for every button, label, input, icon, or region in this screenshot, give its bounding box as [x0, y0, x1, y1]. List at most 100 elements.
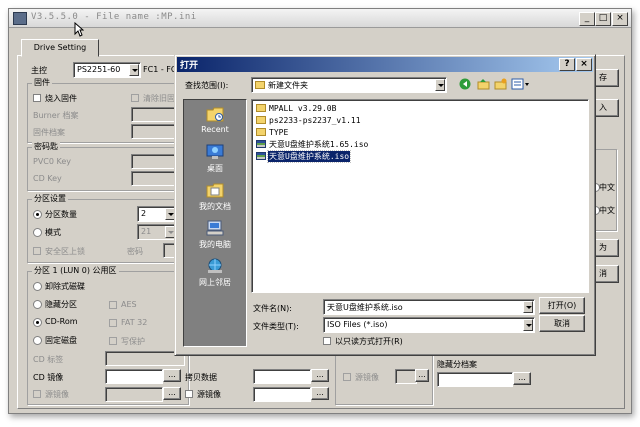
controller-label: 主控: [31, 66, 47, 75]
filetype-value: ISO Files (*.iso): [327, 320, 388, 329]
new-folder-icon[interactable]: [494, 78, 507, 90]
clear-old-label: 清除旧固: [143, 94, 175, 103]
source-image-field[interactable]: [105, 387, 163, 402]
copy-data-field[interactable]: [253, 369, 311, 384]
filename-label: 文件名(N):: [253, 304, 292, 313]
help-button[interactable]: ?: [559, 58, 575, 71]
write-protect-label: 写保护: [121, 337, 145, 346]
places-bar: Recent 桌面 我的文档 我的电脑 网上邻居: [183, 99, 247, 347]
chevron-down-icon: [523, 301, 533, 313]
copy-data-browse-button[interactable]: ...: [311, 369, 329, 382]
iso-file-icon: [256, 152, 266, 160]
chevron-down-icon: [435, 79, 445, 91]
back-icon[interactable]: [459, 78, 472, 90]
place-desktop[interactable]: 桌面: [184, 142, 246, 178]
hidden-partition-file-label: 隐藏分档案: [437, 360, 477, 369]
pvc0-key-label: PVC0 Key: [33, 157, 72, 166]
burn-firmware-checkbox[interactable]: [33, 94, 41, 102]
source-image2-label: 源镜像: [197, 390, 221, 399]
filetype-label: 文件类型(T):: [253, 322, 299, 331]
source-image3-field[interactable]: [395, 369, 417, 384]
aes-label: AES: [121, 300, 137, 309]
place-network[interactable]: 网上邻居: [184, 256, 246, 292]
mode-label: 模式: [45, 228, 61, 237]
main-title-bar[interactable]: V3.5.5.0 - File name :MP.ini _ □ ×: [9, 9, 631, 28]
desktop-icon: [206, 144, 224, 160]
partition-count-value: 2: [141, 209, 147, 218]
place-label: 我的文档: [199, 202, 231, 211]
partition-count-radio[interactable]: [33, 210, 42, 219]
tab-drive-setting[interactable]: Drive Setting: [21, 39, 99, 57]
controller-value: PS2251-60: [77, 65, 121, 74]
source-image3-checkbox[interactable]: [343, 373, 351, 381]
cdrom-radio[interactable]: [33, 318, 42, 327]
hidden-partition-file-field[interactable]: [437, 372, 513, 387]
partition-group-caption: 分区设置: [32, 193, 68, 204]
cdrom-label: CD-Rom: [45, 317, 78, 326]
readonly-label: 以只读方式打开(R): [335, 337, 403, 346]
file-name: TYPE: [269, 128, 289, 137]
main-window-title: V3.5.5.0 - File name :MP.ini: [31, 12, 197, 22]
dialog-title-bar[interactable]: 打开 ? ×: [177, 57, 593, 72]
maximize-button[interactable]: □: [595, 12, 611, 26]
readonly-checkbox[interactable]: [323, 337, 331, 345]
controller-select[interactable]: PS2251-60: [73, 62, 141, 78]
up-folder-icon[interactable]: [477, 78, 490, 90]
place-my-computer[interactable]: 我的电脑: [184, 218, 246, 254]
dialog-title: 打开: [180, 61, 199, 71]
lookin-select[interactable]: 新建文件夹: [251, 77, 447, 93]
file-name: 天意U盘维护系统.iso: [266, 150, 352, 163]
fc1-label: FC1 - FC: [143, 65, 177, 74]
chevron-down-icon: [129, 64, 139, 76]
burner-file-label: Burner 档案: [33, 111, 79, 120]
source-image2-field[interactable]: [253, 387, 311, 402]
iso-file-icon: [256, 140, 266, 148]
my-documents-icon: [206, 182, 224, 198]
hidden-partition-radio[interactable]: [33, 300, 42, 309]
write-protect-checkbox[interactable]: [109, 337, 117, 345]
removable-disk-radio[interactable]: [33, 282, 42, 291]
file-name: 天意U盘维护系统1.65.iso: [269, 140, 369, 149]
source-image-label: 源镜像: [45, 390, 69, 399]
file-name: MPALL v3.29.0B: [269, 104, 337, 113]
file-name: ps2233-ps2237_v1.11: [269, 116, 361, 125]
hidden-partition-file-browse-button[interactable]: ...: [513, 372, 531, 385]
cd-label-field[interactable]: [105, 351, 185, 366]
fat32-checkbox[interactable]: [109, 319, 117, 327]
place-label: 网上邻居: [199, 278, 231, 287]
source-image2-checkbox[interactable]: [185, 390, 193, 398]
place-recent[interactable]: Recent: [184, 104, 246, 140]
source-image2-browse-button[interactable]: ...: [311, 387, 329, 400]
language-label-1: 中文: [599, 183, 615, 192]
dialog-close-button[interactable]: ×: [576, 58, 592, 71]
lookin-label: 查找范围(I):: [185, 81, 229, 90]
secure-lock-checkbox[interactable]: [33, 247, 41, 255]
source-image3-browse-button[interactable]: ...: [415, 369, 429, 382]
source-image-browse-button[interactable]: ...: [163, 387, 181, 400]
password-label: 密码: [127, 247, 143, 256]
language-label-2: 中文: [599, 206, 615, 215]
cd-image-field[interactable]: [105, 369, 163, 384]
secure-lock-label: 安全区上锁: [45, 247, 85, 256]
fixed-disk-radio[interactable]: [33, 336, 42, 345]
place-my-documents[interactable]: 我的文档: [184, 180, 246, 216]
filetype-select[interactable]: ISO Files (*.iso): [323, 317, 535, 333]
file-list[interactable]: MPALL v3.29.0B ps2233-ps2237_v1.11 TYPE …: [251, 99, 589, 293]
partition-count-select[interactable]: 2: [137, 206, 177, 222]
cd-label-label: CD 标签: [33, 355, 64, 364]
filename-input[interactable]: 天意U盘维护系统.iso: [323, 299, 535, 315]
close-button[interactable]: ×: [612, 12, 628, 26]
cd-image-browse-button[interactable]: ...: [163, 369, 181, 382]
cancel-button[interactable]: 取消: [539, 315, 585, 332]
mode-select[interactable]: 21: [137, 224, 177, 240]
password-group-caption: 密码匙: [32, 141, 60, 152]
aes-checkbox[interactable]: [109, 301, 117, 309]
place-label: 桌面: [207, 164, 223, 173]
open-button[interactable]: 打开(O): [539, 297, 585, 314]
source-image-checkbox[interactable]: [33, 390, 41, 398]
app-icon: [13, 12, 27, 25]
mode-radio[interactable]: [33, 228, 42, 237]
minimize-button[interactable]: _: [579, 12, 595, 26]
view-menu-icon[interactable]: [511, 78, 531, 90]
clear-old-checkbox[interactable]: [131, 94, 139, 102]
